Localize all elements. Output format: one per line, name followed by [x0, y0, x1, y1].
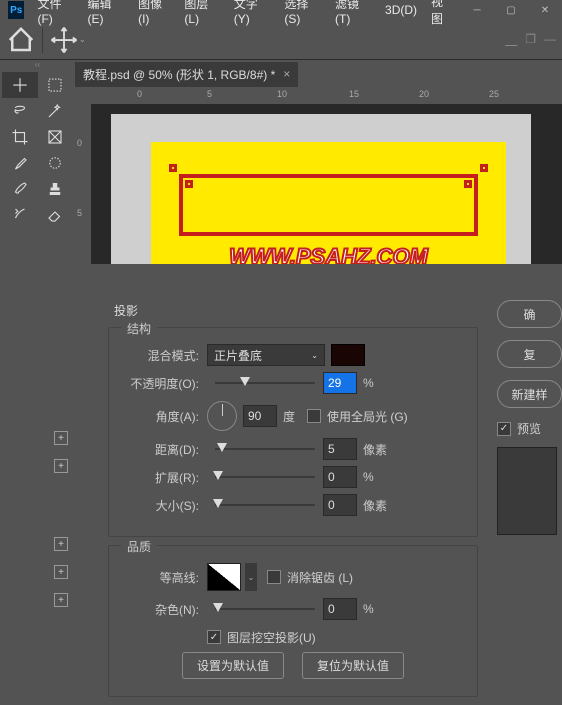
menu-bar: Ps 文件(F) 编辑(E) 图像(I) 图层(L) 文字(Y) 选择(S) 滤… [0, 0, 562, 20]
distance-input[interactable]: 5 [323, 438, 357, 460]
doc-close-icon[interactable]: — [544, 32, 556, 47]
eyedropper-tool[interactable] [2, 150, 38, 176]
stamp-tool[interactable] [38, 176, 74, 202]
add-effect-button[interactable]: + [54, 565, 68, 579]
distance-slider[interactable] [215, 448, 315, 450]
opacity-unit: % [363, 376, 374, 390]
healing-tool[interactable] [38, 150, 74, 176]
opacity-label: 不透明度(O): [123, 375, 199, 392]
spread-input[interactable]: 0 [323, 466, 357, 488]
angle-dial[interactable] [207, 401, 237, 431]
add-effect-button[interactable]: + [54, 459, 68, 473]
effect-title: 投影 [114, 302, 478, 319]
angle-input[interactable]: 90 [243, 405, 277, 427]
blend-mode-select[interactable]: 正片叠底 ⌄ [207, 344, 325, 366]
structure-group: 结构 混合模式: 正片叠底 ⌄ 不透明度(O): 29 % 角度(A): 90 … [108, 327, 478, 537]
spread-slider[interactable] [215, 476, 315, 478]
ok-button[interactable]: 确 [497, 300, 562, 328]
menu-3d[interactable]: 3D(D) [378, 1, 424, 19]
menu-filter[interactable]: 滤镜(T) [328, 0, 378, 28]
canvas-pasteboard: WWW.PSAHZ.COM [111, 114, 531, 284]
size-unit: 像素 [363, 497, 387, 514]
chevron-down-icon: ⌄ [311, 351, 318, 360]
photoshop-logo-icon: Ps [8, 1, 24, 19]
chevron-down-icon[interactable]: ⌄ [79, 35, 86, 44]
doc-restore-icon[interactable]: ❐ [525, 32, 536, 47]
reset-default-button[interactable]: 复位为默认值 [302, 652, 404, 679]
menu-edit[interactable]: 编辑(E) [80, 0, 131, 28]
contour-dropdown[interactable]: ⌄ [245, 563, 257, 591]
contour-picker[interactable] [207, 563, 241, 591]
shadow-color-swatch[interactable] [331, 344, 365, 366]
opacity-input[interactable]: 29 [323, 372, 357, 394]
distance-label: 距离(D): [123, 441, 199, 458]
magic-wand-tool[interactable] [38, 98, 74, 124]
add-effect-button[interactable]: + [54, 537, 68, 551]
layer-style-dialog: + + + + + 投影 结构 混合模式: 正片叠底 ⌄ 不透明度(O): 29… [0, 264, 562, 664]
canvas-artwork[interactable]: WWW.PSAHZ.COM [151, 142, 506, 272]
noise-slider[interactable] [215, 608, 315, 610]
distance-unit: 像素 [363, 441, 387, 458]
menu-select[interactable]: 选择(S) [277, 0, 328, 28]
document-tab[interactable]: 教程.psd @ 50% (形状 1, RGB/8#) * × [75, 62, 298, 87]
spread-label: 扩展(R): [123, 469, 199, 486]
frame-tool[interactable] [38, 124, 74, 150]
preview-checkbox[interactable] [497, 422, 511, 436]
antialias-label: 消除锯齿 (L) [287, 569, 353, 586]
ruler-horizontal: 0 5 10 15 20 25 [91, 88, 562, 104]
noise-label: 杂色(N): [123, 601, 199, 618]
size-label: 大小(S): [123, 497, 199, 514]
move-tool-icon[interactable] [49, 25, 79, 55]
global-light-checkbox[interactable] [307, 409, 321, 423]
angle-label: 角度(A): [123, 408, 199, 425]
size-input[interactable]: 0 [323, 494, 357, 516]
knockout-label: 图层挖空投影(U) [227, 629, 316, 646]
window-minimize-icon[interactable]: ─ [460, 1, 494, 19]
preview-label: 预览 [517, 420, 541, 437]
document-tabs: 教程.psd @ 50% (形状 1, RGB/8#) * × [75, 60, 562, 88]
tab-close-icon[interactable]: × [283, 67, 290, 81]
noise-unit: % [363, 602, 374, 616]
knockout-checkbox[interactable] [207, 630, 221, 644]
toolbox [0, 70, 75, 230]
menu-layer[interactable]: 图层(L) [177, 0, 226, 28]
add-effect-button[interactable]: + [54, 593, 68, 607]
quality-label: 品质 [121, 538, 157, 555]
brush-tool[interactable] [2, 176, 38, 202]
set-default-button[interactable]: 设置为默认值 [182, 652, 284, 679]
marquee-tool[interactable] [38, 72, 74, 98]
toolbox-handle[interactable]: ‹‹ [0, 60, 75, 70]
global-light-label: 使用全局光 (G) [327, 408, 408, 425]
noise-input[interactable]: 0 [323, 598, 357, 620]
doc-min-icon[interactable]: ⎽ [505, 32, 517, 47]
preview-thumbnail [497, 447, 557, 535]
structure-label: 结构 [121, 320, 157, 337]
lasso-tool[interactable] [2, 98, 38, 124]
crop-tool[interactable] [2, 124, 38, 150]
menu-type[interactable]: 文字(Y) [227, 0, 278, 28]
opacity-slider[interactable] [215, 382, 315, 384]
blend-mode-label: 混合模式: [123, 347, 199, 364]
history-brush-tool[interactable] [2, 202, 38, 228]
contour-label: 等高线: [123, 569, 199, 586]
add-effect-button[interactable]: + [54, 431, 68, 445]
new-style-button[interactable]: 新建样 [497, 380, 562, 408]
window-close-icon[interactable]: ✕ [528, 1, 562, 19]
tab-title: 教程.psd @ 50% (形状 1, RGB/8#) * [83, 66, 275, 83]
cancel-button[interactable]: 复 [497, 340, 562, 368]
menu-file[interactable]: 文件(F) [30, 0, 80, 28]
quality-group: 品质 等高线: ⌄ 消除锯齿 (L) 杂色(N): 0 % 图层挖空投影(U) … [108, 545, 478, 697]
antialias-checkbox[interactable] [267, 570, 281, 584]
spread-unit: % [363, 470, 374, 484]
menu-view[interactable]: 视图 [424, 0, 460, 29]
eraser-tool[interactable] [38, 202, 74, 228]
size-slider[interactable] [215, 504, 315, 506]
home-icon[interactable] [6, 25, 36, 55]
menu-image[interactable]: 图像(I) [131, 0, 177, 28]
move-tool[interactable] [2, 72, 38, 98]
angle-unit: 度 [283, 408, 295, 425]
window-maximize-icon[interactable]: ▢ [494, 1, 528, 19]
